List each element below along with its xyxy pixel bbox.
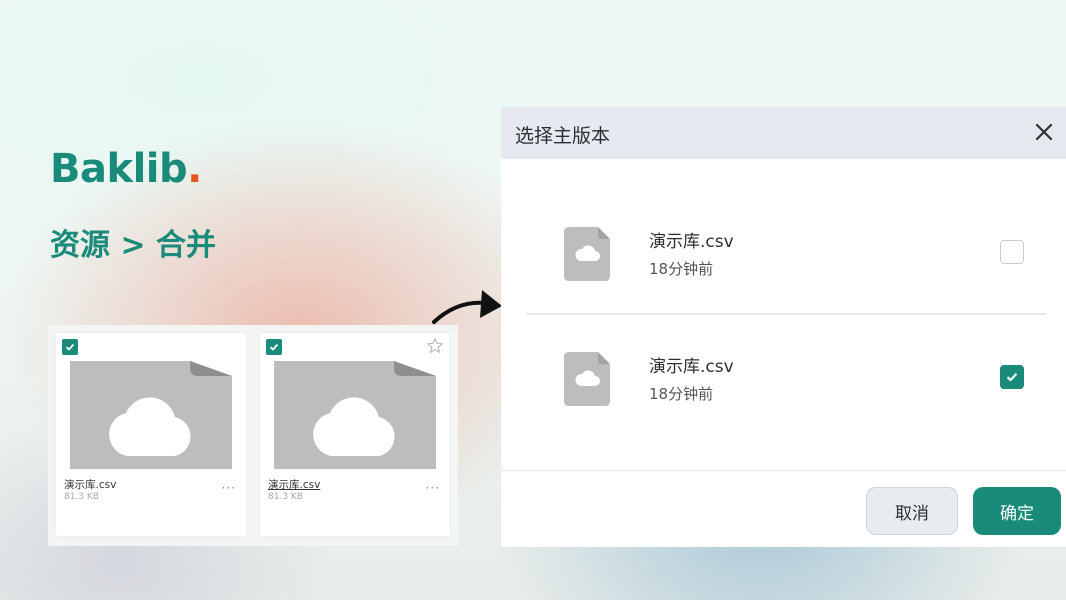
dialog-header: 选择主版本 <box>501 107 1066 159</box>
divider <box>526 313 1046 315</box>
file-size: 81.3 KB <box>64 492 99 502</box>
dialog-title: 选择主版本 <box>515 125 611 147</box>
card-checkbox[interactable] <box>62 339 78 355</box>
confirm-button[interactable]: 确定 <box>973 487 1061 535</box>
check-icon <box>65 343 75 351</box>
check-icon <box>269 343 279 351</box>
close-icon[interactable] <box>1033 121 1055 143</box>
version-checkbox[interactable] <box>1000 240 1024 264</box>
footer-divider <box>501 470 1066 471</box>
cancel-button[interactable]: 取消 <box>866 487 958 535</box>
file-name: 演示库.csv <box>649 357 734 377</box>
version-checkbox[interactable] <box>1000 365 1024 389</box>
file-size: 81.3 KB <box>268 492 303 502</box>
more-options-icon[interactable]: ··· <box>426 481 440 495</box>
file-card[interactable]: 演示库.csv 81.3 KB ··· <box>260 333 450 536</box>
brand-dot: . <box>187 146 202 192</box>
more-options-icon[interactable]: ··· <box>222 481 236 495</box>
file-time: 18分钟前 <box>649 385 714 403</box>
file-time: 18分钟前 <box>649 260 714 278</box>
brand-logo: Baklib. <box>50 146 202 192</box>
version-option[interactable]: 演示库.csv 18分钟前 <box>526 352 1046 477</box>
check-icon <box>1006 373 1018 382</box>
file-name[interactable]: 演示库.csv <box>64 477 116 492</box>
star-icon[interactable] <box>426 337 444 355</box>
card-checkbox[interactable] <box>266 339 282 355</box>
resource-grid: 演示库.csv 81.3 KB ··· 演示库.csv 81.3 KB ··· <box>48 325 458 546</box>
select-master-version-dialog: 选择主版本 演示库.csv 18分钟前 演示库.csv 18分钟前 取消 确定 <box>501 107 1066 547</box>
brand-name: Baklib <box>50 146 188 192</box>
breadcrumb: 资源 > 合并 <box>50 228 217 263</box>
file-card[interactable]: 演示库.csv 81.3 KB ··· <box>56 333 246 536</box>
cloud-file-thumbnail <box>70 361 232 469</box>
curved-arrow-icon <box>432 290 502 324</box>
cloud-file-icon <box>564 227 610 281</box>
version-option[interactable]: 演示库.csv 18分钟前 <box>526 227 1046 352</box>
file-name[interactable]: 演示库.csv <box>268 477 320 492</box>
file-name: 演示库.csv <box>649 232 734 252</box>
cloud-file-thumbnail <box>274 361 436 469</box>
cloud-file-icon <box>564 352 610 406</box>
